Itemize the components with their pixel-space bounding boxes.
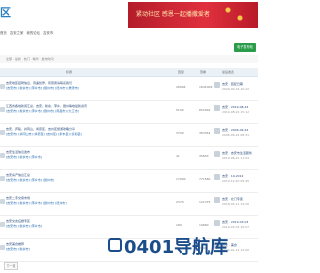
top-header: 区 紧动社区 感恩一起播撒爱者 — [0, 0, 258, 32]
last-post-time: 2019-12-20 09:45 — [222, 179, 250, 183]
last-post-time: 2020-09-16 10:22 — [222, 87, 250, 91]
reply-count: 41 — [176, 154, 180, 158]
last-post-author[interactable]: 吉安 · 19-2012 — [222, 174, 258, 178]
watermark-logo-icon — [108, 238, 122, 252]
avatar[interactable] — [214, 82, 220, 88]
thread-icon — [0, 107, 5, 112]
thread-tags[interactable]: [吉安市] [新余市] [萍乡市] [赣州市] [抚州市] — [6, 201, 174, 205]
promo-banner[interactable]: 紧动社区 感恩一起播撒爱者 — [128, 2, 258, 28]
breadcrumb: 首页 吉安之家 我的论坛 吉安市 — [0, 30, 55, 35]
last-post-author[interactable]: 吉安 · 2019-08-24 — [222, 105, 258, 109]
last-post-time: 2019-03-03 16:07 — [222, 225, 250, 229]
site-logo[interactable]: 区 — [0, 4, 22, 24]
reply-count: 17900 — [176, 177, 186, 181]
breadcrumb-item[interactable]: 吉安市 — [43, 31, 53, 35]
watermark-text: 0401导航库 — [124, 237, 229, 258]
last-post-time: 2018-05-11 14:20 — [222, 202, 250, 206]
last-post-time: 2006-09-24 08:31 — [222, 133, 250, 137]
column-views: 查看 — [200, 70, 207, 74]
thread-icon — [0, 130, 5, 135]
reply-count: 2370 — [176, 200, 184, 204]
view-count: 1841006 — [199, 85, 213, 89]
thread-icon — [0, 153, 5, 158]
thread-title[interactable]: 吉安、庐陵、井冈山、青原区、吉州区旅游攻略分享 — [6, 127, 174, 131]
thread-title[interactable]: 吉安生活信息发布 — [6, 150, 174, 154]
table-row[interactable]: 吉安二手交易市场 [吉安市] [新余市] [萍乡市] [赣州市] [抚州市] 2… — [0, 193, 258, 216]
thread-tags[interactable]: [吉安市] [新余市] [萍乡市] — [6, 224, 174, 228]
toolbar: 电子发布帖 — [0, 43, 258, 55]
thread-tags[interactable]: [吉安市] [新余市] [萍乡市] [赣州市] [抚州市] [鹰潭市] — [6, 86, 174, 90]
last-post-author[interactable]: 吉安 · 回复日期 — [222, 82, 258, 86]
thread-icon — [0, 176, 5, 181]
thread-title[interactable]: 吉安交友征婚专区 — [6, 219, 174, 223]
filter-bar[interactable]: 全部 · 最新 · 热门 · 精华 · 发布时间 — [0, 55, 258, 63]
reply-count: 3709 — [176, 131, 184, 135]
reply-count: 180 — [176, 223, 182, 227]
thread-title[interactable]: 江西省各地新闻汇总，吉安、新余、萍乡、赣州等地最新资讯 — [6, 104, 174, 108]
reply-count: 28994 — [176, 85, 186, 89]
view-count: 121375 — [199, 200, 211, 204]
column-last-post: 最后发表 — [222, 70, 235, 74]
view-count: 35843 — [199, 154, 209, 158]
reply-count: 5190 — [176, 108, 184, 112]
thread-title[interactable]: 吉安房产信息汇总 — [6, 173, 174, 177]
thread-tags[interactable]: [吉安市] [新余市] [萍乡市] [赣州市] [南昌市] [九江市] — [6, 109, 174, 113]
avatar[interactable] — [214, 197, 220, 203]
view-count: 19660 — [199, 223, 209, 227]
thread-tags[interactable]: [吉安市] [井冈山市] [青原区] [吉州区] [永丰县] [泰和县] — [6, 132, 174, 136]
last-post-author[interactable]: 吉安 · 吉安市生活服务 — [222, 151, 258, 155]
thread-tags[interactable]: [吉安市] [新余市] [萍乡市] [赣州市] — [6, 178, 174, 182]
view-count: 363344 — [199, 131, 211, 135]
new-thread-button[interactable]: 电子发布帖 — [234, 43, 256, 52]
column-replies: 回复 — [178, 70, 185, 74]
breadcrumb-item[interactable]: 我的论坛 — [27, 31, 41, 35]
view-count: 652092 — [199, 108, 211, 112]
last-post-author[interactable]: 吉安 · 北门专卖 — [222, 197, 258, 201]
view-count: 771560 — [199, 177, 211, 181]
table-row[interactable]: 吉安房产信息汇总 [吉安市] [新余市] [萍乡市] [赣州市] 17900 7… — [0, 170, 258, 193]
table-header: 标题 回复 查看 最后发表 — [0, 68, 258, 77]
thread-title[interactable]: 吉安二手交易市场 — [6, 196, 174, 200]
thread-tags[interactable]: [吉安市] [新余市] [萍乡市] — [6, 155, 174, 159]
thread-title[interactable]: 吉安地区招聘信息，待遇优厚，有意者请联系我们 — [6, 81, 174, 85]
column-title: 标题 — [66, 70, 73, 74]
breadcrumb-item[interactable]: 首页 — [0, 31, 7, 35]
avatar[interactable] — [214, 151, 220, 157]
thread-icon — [0, 199, 5, 204]
avatar[interactable] — [214, 105, 220, 111]
table-row[interactable]: 吉安地区招聘信息，待遇优厚，有意者请联系我们 [吉安市] [新余市] [萍乡市]… — [0, 78, 258, 101]
avatar[interactable] — [214, 174, 220, 180]
table-row[interactable]: 吉安、庐陵、井冈山、青原区、吉州区旅游攻略分享 [吉安市] [井冈山市] [青原… — [0, 124, 258, 147]
thread-icon — [0, 222, 5, 227]
banner-text: 紧动社区 感恩一起播撒爱者 — [136, 11, 210, 18]
avatar[interactable] — [214, 220, 220, 226]
last-post-author[interactable]: 吉安 · 2006-09-24 — [222, 128, 258, 132]
last-post-time: 2019-08-24 15:12 — [222, 110, 250, 114]
banner-decoration — [222, 2, 252, 28]
next-page-button[interactable]: 下一页 — [4, 262, 18, 270]
thread-icon — [0, 84, 5, 89]
breadcrumb-item[interactable]: 吉安之家 — [10, 31, 24, 35]
table-row[interactable]: 吉安生活信息发布 [吉安市] [新余市] [萍乡市] 41 35843 吉安 ·… — [0, 147, 258, 170]
last-post-time: 2019-06-21 11:03 — [222, 156, 250, 160]
avatar[interactable] — [214, 128, 220, 134]
table-row[interactable]: 江西省各地新闻汇总，吉安、新余、萍乡、赣州等地最新资讯 [吉安市] [新余市] … — [0, 101, 258, 124]
last-post-author[interactable]: 吉安 · 2019-03-03 — [222, 220, 258, 224]
thread-icon — [0, 245, 5, 250]
